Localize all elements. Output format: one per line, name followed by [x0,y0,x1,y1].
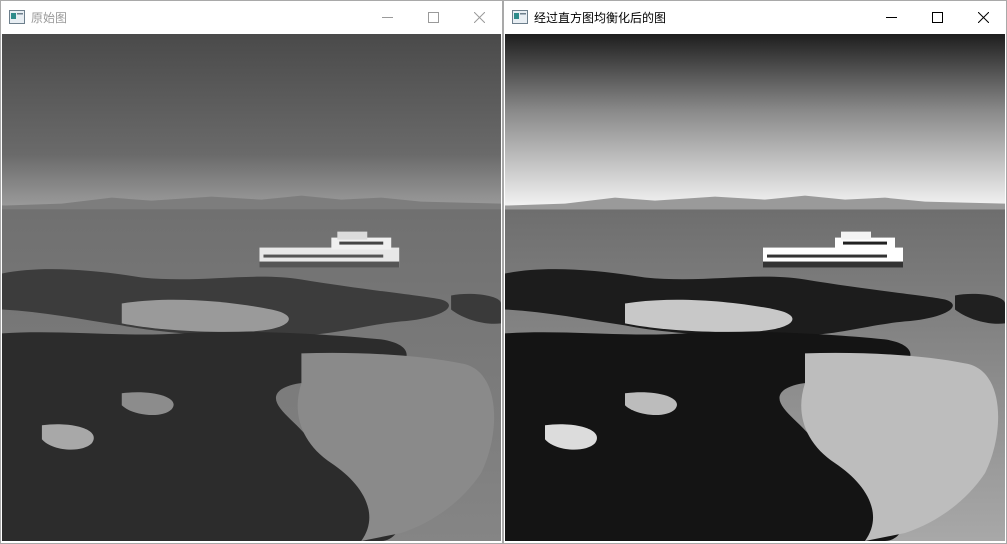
maximize-icon [931,11,943,23]
maximize-button[interactable] [410,1,456,33]
window-app-icon [512,10,528,24]
close-icon [977,11,989,23]
minimize-icon [885,16,897,18]
title-bar[interactable]: 经过直方图均衡化后的图 [504,1,1006,33]
maximize-icon [427,11,439,23]
close-button[interactable] [960,1,1006,33]
minimize-button[interactable] [868,1,914,33]
image-canvas[interactable] [2,34,501,541]
title-bar[interactable]: 原始图 [1,1,502,33]
close-icon [473,11,485,23]
maximize-button[interactable] [914,1,960,33]
minimize-button[interactable] [364,1,410,33]
window-title: 原始图 [31,10,68,25]
histogram-equalized-photo [505,34,1005,541]
grayscale-original-photo [2,34,501,541]
image-canvas[interactable] [505,34,1005,541]
window-title: 经过直方图均衡化后的图 [534,10,667,25]
window-app-icon [9,10,25,24]
equalized-image-window[interactable]: 经过直方图均衡化后的图 [503,0,1007,544]
original-image-window[interactable]: 原始图 [0,0,503,544]
close-button[interactable] [456,1,502,33]
minimize-icon [381,16,393,18]
